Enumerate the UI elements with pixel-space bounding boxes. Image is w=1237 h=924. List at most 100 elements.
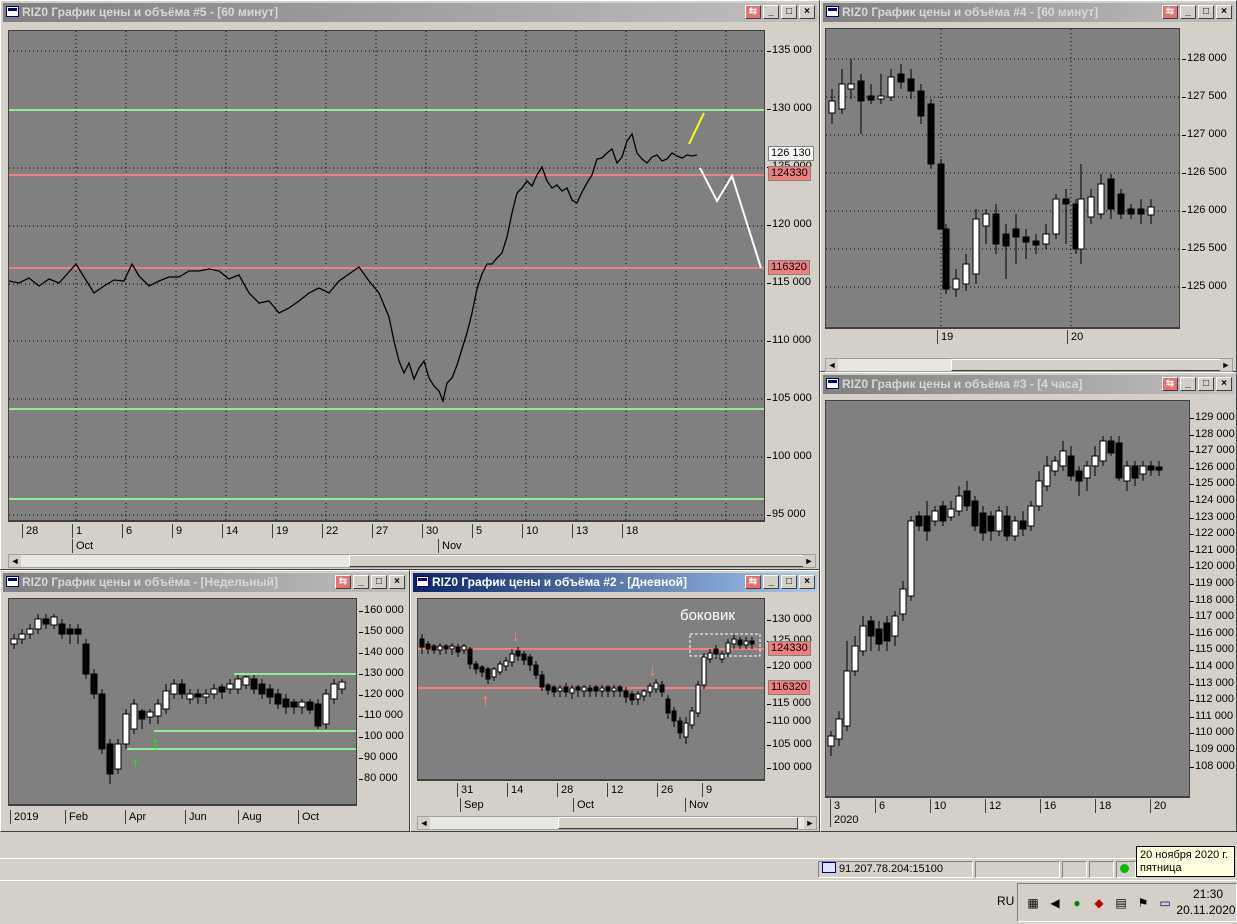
- link-icon[interactable]: ⇆: [745, 5, 761, 19]
- price-tag-116320: 116320: [768, 260, 810, 275]
- y-label: 118 000: [1190, 594, 1234, 606]
- minimize-button[interactable]: _: [1180, 377, 1196, 391]
- status-panel: [975, 861, 1060, 878]
- y-label: 127 000: [1182, 128, 1227, 140]
- close-button[interactable]: ×: [799, 5, 815, 19]
- y-label: 114 000: [1190, 660, 1234, 672]
- x-label: 9: [702, 783, 712, 797]
- x-label: 20: [1150, 799, 1166, 813]
- pink-down-arrow-icon: ↓: [511, 625, 520, 645]
- y-label: 127 000: [1190, 444, 1235, 456]
- x-label: 27: [372, 524, 388, 538]
- maximize-button[interactable]: □: [371, 575, 387, 589]
- monitor-icon[interactable]: ▭: [1158, 896, 1172, 910]
- green-up-arrow-icon: ↑: [151, 733, 160, 753]
- volume-icon[interactable]: ◀: [1048, 896, 1062, 910]
- chart3-title-bar[interactable]: RIZ0 График цены и объёма #3 - [4 часа] …: [823, 375, 1234, 394]
- clock-time[interactable]: 21:30: [1183, 887, 1233, 901]
- last-price-tag: 126 130: [768, 146, 814, 161]
- remove-hardware-icon[interactable]: ⚑: [1136, 896, 1150, 910]
- x-label: 14: [507, 783, 523, 797]
- minimize-button[interactable]: _: [1180, 5, 1196, 19]
- chart4-plot-area[interactable]: [825, 28, 1180, 328]
- chart2-plot-area[interactable]: боковик ↓ ↑ ↓: [417, 598, 765, 780]
- x-label: 12: [607, 783, 623, 797]
- scroll-thumb[interactable]: [558, 817, 798, 829]
- chart5-scrollbar[interactable]: ◄ ►: [8, 554, 816, 568]
- x-month-label: Oct: [573, 798, 594, 812]
- scroll-left-icon[interactable]: ◄: [9, 555, 21, 567]
- weekly-chart-window[interactable]: RIZ0 График цены и объёма - [Недельный] …: [0, 570, 410, 832]
- y-label: 126 500: [1182, 166, 1227, 178]
- device-icon[interactable]: ▤: [1114, 896, 1128, 910]
- scroll-left-icon[interactable]: ◄: [826, 359, 838, 371]
- y-label: 122 000: [1190, 527, 1235, 539]
- scroll-right-icon[interactable]: ►: [804, 817, 816, 829]
- y-label: 90 000: [359, 751, 398, 763]
- chart3-plot-area[interactable]: [825, 400, 1190, 797]
- chart5-plot-area[interactable]: [8, 30, 765, 521]
- maximize-button[interactable]: □: [1198, 5, 1214, 19]
- scroll-thumb[interactable]: [349, 555, 809, 567]
- link-icon[interactable]: ⇆: [1162, 5, 1178, 19]
- weekly-title-bar[interactable]: RIZ0 График цены и объёма - [Недельный] …: [3, 573, 407, 592]
- close-button[interactable]: ×: [389, 575, 405, 589]
- clock-date[interactable]: 20.11.2020: [1176, 903, 1236, 917]
- chart4-title-bar[interactable]: RIZ0 График цены и объёма #4 - [60 минут…: [823, 3, 1234, 22]
- link-icon[interactable]: ⇆: [745, 575, 761, 589]
- chart2-window[interactable]: RIZ0 График цены и объёма #2 - [Дневной]…: [410, 570, 820, 832]
- link-icon[interactable]: ⇆: [1162, 377, 1178, 391]
- scroll-thumb[interactable]: [951, 359, 1221, 371]
- chart5-svg: [9, 31, 764, 520]
- price-tag-116320: 116320: [768, 680, 810, 695]
- scroll-left-icon[interactable]: ◄: [418, 817, 430, 829]
- shield-icon[interactable]: ◆: [1092, 896, 1106, 910]
- x-month-label: Nov: [685, 798, 709, 812]
- x-label: 28: [557, 783, 573, 797]
- x-label: 12: [985, 799, 1001, 813]
- y-label: 113 000: [1190, 677, 1234, 689]
- chart2-title-bar[interactable]: RIZ0 График цены и объёма #2 - [Дневной]…: [413, 573, 817, 592]
- y-label: 115 000: [767, 276, 811, 288]
- y-label: 160 000: [359, 604, 404, 616]
- chart2-scrollbar[interactable]: ◄ ►: [417, 816, 817, 830]
- x-label: 2019: [10, 810, 38, 824]
- status-panel: [1089, 861, 1114, 878]
- chart4-y-axis: 128 000 127 500 127 000 126 500 126 000 …: [1180, 28, 1235, 328]
- x-label: 30: [422, 524, 438, 538]
- scroll-right-icon[interactable]: ►: [1220, 359, 1232, 371]
- minimize-button[interactable]: _: [763, 5, 779, 19]
- close-button[interactable]: ×: [799, 575, 815, 589]
- minimize-button[interactable]: _: [353, 575, 369, 589]
- y-label: 80 000: [359, 772, 398, 784]
- chart4-window[interactable]: RIZ0 График цены и объёма #4 - [60 минут…: [820, 0, 1237, 372]
- chart2-title: RIZ0 График цены и объёма #2 - [Дневной]: [432, 575, 688, 589]
- chart4-scrollbar[interactable]: ◄ ►: [825, 358, 1233, 372]
- security-icon[interactable]: ●: [1070, 896, 1084, 910]
- network-icon[interactable]: ▦: [1026, 896, 1040, 910]
- connection-status[interactable]: 91.207.78.204:15100: [818, 861, 973, 878]
- y-label: 115 000: [1190, 643, 1234, 655]
- weekly-svg: [10, 614, 356, 784]
- y-label: 105 000: [767, 738, 812, 750]
- maximize-button[interactable]: □: [781, 5, 797, 19]
- chart5-title-bar[interactable]: RIZ0 График цены и объёма #5 - [60 минут…: [3, 3, 817, 22]
- maximize-button[interactable]: □: [1198, 377, 1214, 391]
- y-label: 130 000: [767, 613, 812, 625]
- status-panel: [1116, 861, 1136, 878]
- y-label: 128 000: [1190, 428, 1235, 440]
- sideways-range-box: [689, 633, 761, 657]
- chart3-window[interactable]: RIZ0 График цены и объёма #3 - [4 часа] …: [820, 372, 1237, 832]
- link-icon[interactable]: ⇆: [335, 575, 351, 589]
- x-year-label: 2020: [830, 813, 858, 827]
- weekly-plot-area[interactable]: ↑ ↑: [8, 598, 357, 805]
- close-button[interactable]: ×: [1216, 5, 1232, 19]
- scroll-right-icon[interactable]: ►: [803, 555, 815, 567]
- chart4-x-axis: 19 20: [825, 328, 1180, 359]
- maximize-button[interactable]: □: [781, 575, 797, 589]
- language-indicator[interactable]: RU: [997, 894, 1014, 908]
- minimize-button[interactable]: _: [763, 575, 779, 589]
- y-label: 115 000: [767, 697, 811, 709]
- chart5-window[interactable]: RIZ0 График цены и объёма #5 - [60 минут…: [0, 0, 820, 570]
- close-button[interactable]: ×: [1216, 377, 1232, 391]
